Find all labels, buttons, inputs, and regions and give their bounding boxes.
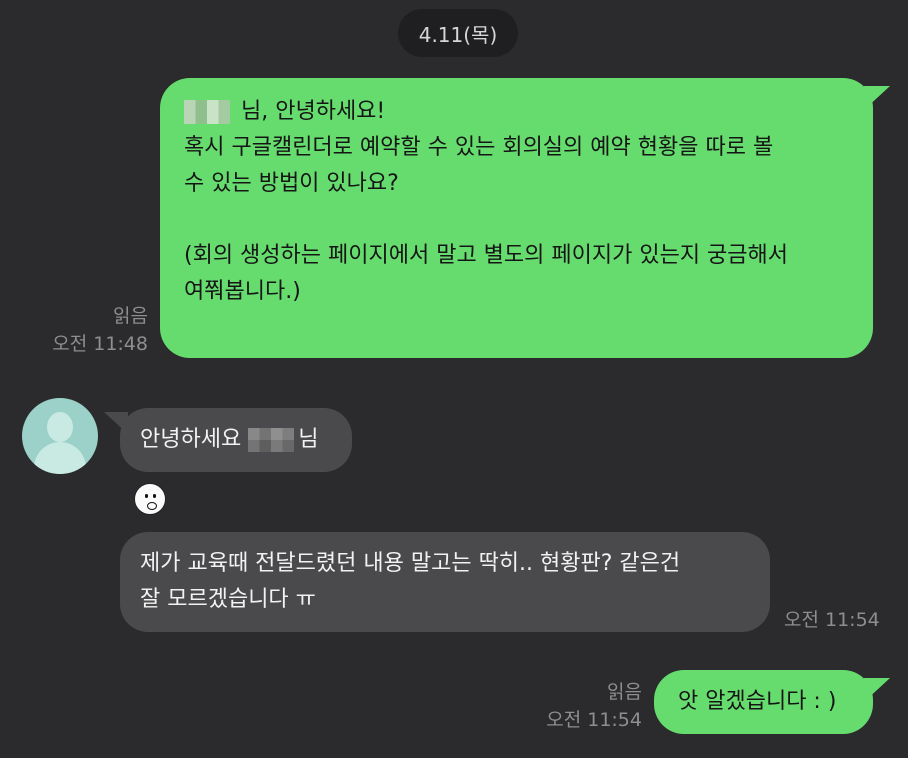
message-meta: 읽음 오전 11:54 xyxy=(546,678,642,734)
message-text: 제가 교육때 전달드렸던 내용 말고는 딱히.. 현황판? 같은건 잘 모르겠습… xyxy=(140,551,681,612)
sticker-mouth xyxy=(147,502,157,510)
read-receipt: 읽음 xyxy=(113,305,148,327)
avatar-body xyxy=(34,442,86,474)
read-receipt: 읽음 xyxy=(607,681,642,703)
message-meta: 오전 11:54 xyxy=(784,606,880,634)
avatar-head xyxy=(47,412,73,442)
avatar[interactable] xyxy=(22,398,98,474)
my-message-bubble[interactable]: 님, 안녕하세요! 혹시 구글캘린더로 예약할 수 있는 회의실의 예약 현황을… xyxy=(160,78,873,358)
sticker-eye xyxy=(153,494,156,498)
character-sticker-icon[interactable] xyxy=(134,483,166,515)
blurred-name xyxy=(184,100,230,124)
message-text: 안녕하세요 xyxy=(140,427,249,452)
blurred-name xyxy=(248,428,295,452)
bubble-tail xyxy=(864,86,890,110)
my-message-bubble[interactable]: 앗 알겠습니다 : ) xyxy=(654,670,873,734)
their-message-bubble[interactable]: 제가 교육때 전달드렸던 내용 말고는 딱히.. 현황판? 같은건 잘 모르겠습… xyxy=(120,532,770,632)
sticker-eye xyxy=(145,494,148,498)
bubble-tail xyxy=(864,678,890,702)
message-text: 혹시 구글캘린더로 예약할 수 있는 회의실의 예약 현황을 따로 볼 수 있는… xyxy=(184,135,789,304)
their-message-bubble[interactable]: 안녕하세요 님 xyxy=(120,408,352,472)
message-line: 님, 안녕하세요! xyxy=(234,99,386,124)
timestamp: 오전 11:54 xyxy=(546,709,642,731)
message-text: 님 xyxy=(298,427,319,452)
message-text: 앗 알겠습니다 : ) xyxy=(678,689,837,714)
timestamp: 오전 11:54 xyxy=(784,609,880,631)
date-separator: 4.11(목) xyxy=(398,9,518,57)
message-meta: 읽음 오전 11:48 xyxy=(52,302,148,358)
timestamp: 오전 11:48 xyxy=(52,333,148,355)
